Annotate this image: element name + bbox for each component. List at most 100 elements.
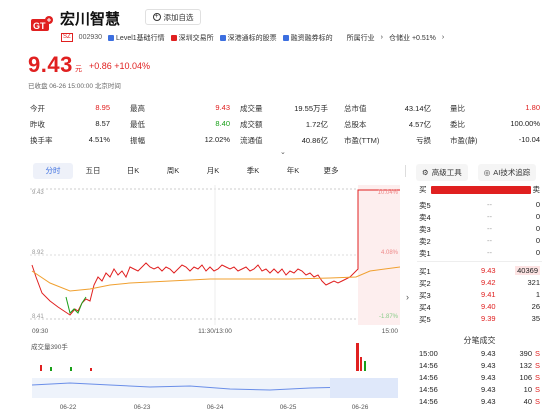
- plus-circle-icon: +: [152, 13, 161, 21]
- tab-0[interactable]: 分时: [33, 163, 73, 179]
- y-label-right: -1.87%: [379, 314, 399, 320]
- trade-time: 14:56: [419, 397, 438, 406]
- tab-6[interactable]: 年K: [273, 163, 313, 179]
- tag-label: 融资融券标的: [290, 34, 333, 42]
- bid-volume: 35: [531, 314, 540, 323]
- x-label: 15:00: [382, 328, 399, 335]
- ask-volume: 0: [535, 248, 540, 257]
- price-unit: 元: [75, 66, 82, 73]
- stat-value: 亏损: [416, 136, 431, 145]
- stat-label: 总市值: [344, 104, 367, 113]
- tag-level1[interactable]: Level1基础行情: [108, 33, 165, 43]
- ask-level: 卖4: [419, 213, 431, 222]
- bid-row[interactable]: 买4 9.40 26: [417, 302, 542, 314]
- intraday-chart[interactable]: 9.43 8.92 8.41 10.04% 4.08% -1.87% 09:30…: [30, 185, 400, 415]
- tag-exchange[interactable]: 深圳交易所: [170, 33, 214, 43]
- ask-row[interactable]: 卖3 -- 0: [417, 224, 542, 236]
- ask-row[interactable]: 卖5 -- 0: [417, 200, 542, 212]
- bid-level: 买1: [419, 267, 431, 276]
- ai-tracking-button[interactable]: ◎ AI技术追踪: [477, 164, 537, 181]
- trade-volume: 10: [523, 385, 532, 394]
- tab-1[interactable]: 五日: [73, 163, 113, 179]
- add-watchlist-label: 添加自选: [163, 12, 194, 22]
- ask-price: --: [487, 248, 492, 257]
- stat-value: 9.43: [215, 103, 230, 112]
- stat-value: 40.86亿: [301, 136, 328, 145]
- stat-value: 100.00%: [510, 119, 540, 128]
- volume-bar: [356, 343, 359, 371]
- ask-level: 卖2: [419, 237, 431, 246]
- chart-tools: ⚙ 高级工具 ◎ AI技术追踪: [416, 164, 537, 181]
- bid-price: 9.43: [481, 266, 496, 275]
- stat-label: 总股本: [344, 120, 367, 129]
- trade-time: 14:56: [419, 385, 438, 394]
- trade-price: 9.43: [481, 397, 496, 406]
- tab-4[interactable]: 月K: [193, 163, 233, 179]
- y-label-left: 8.92: [32, 250, 44, 256]
- add-watchlist-button[interactable]: + 添加自选: [145, 9, 201, 25]
- bid-row[interactable]: 买1 9.43 40369: [417, 266, 542, 278]
- trades-title[interactable]: 分笔成交: [417, 335, 542, 346]
- bid-price: 9.39: [481, 314, 496, 323]
- tag-label: 深港通标的股票: [227, 34, 277, 42]
- stat-label: 流通值: [240, 136, 263, 145]
- tag-connect[interactable]: 深港通标的股票: [219, 33, 277, 43]
- ask-row[interactable]: 卖2 -- 0: [417, 236, 542, 248]
- ask-price: --: [487, 212, 492, 221]
- day-label: 06-23: [134, 404, 151, 411]
- collapse-panel-icon[interactable]: ›: [406, 292, 409, 302]
- period-tabs: 分时 五日 日K 周K 月K 季K 年K 更多: [33, 162, 395, 180]
- stat-label: 委比: [450, 120, 465, 129]
- tab-7[interactable]: 更多: [313, 163, 349, 179]
- ask-price: --: [487, 200, 492, 209]
- trade-price: 9.43: [481, 349, 496, 358]
- bid-row[interactable]: 买5 9.39 35: [417, 314, 542, 326]
- ai-tracking-label: AI技术追踪: [493, 168, 531, 177]
- stat-value: 1.80: [525, 103, 540, 112]
- stat-value: 4.51%: [88, 135, 110, 144]
- stats-collapse-icon[interactable]: ⌄: [280, 148, 286, 156]
- stat-label: 成交额: [240, 120, 263, 129]
- trade-time: 14:56: [419, 361, 438, 370]
- price-change: +0.86 +10.04%: [89, 61, 151, 71]
- trade-side: S: [534, 349, 540, 358]
- trade-price: 9.43: [481, 373, 496, 382]
- stat-value: 43.14亿: [404, 104, 431, 113]
- book-divider: [417, 261, 542, 262]
- stat-label: 昨收: [30, 120, 45, 129]
- stat-label: 市盈(TTM): [344, 136, 380, 145]
- tabs-divider: [405, 165, 406, 177]
- tab-2[interactable]: 日K: [113, 163, 153, 179]
- day-label: 06-24: [207, 404, 224, 411]
- volume-bar: [40, 365, 42, 371]
- sell-ratio-label: 卖: [532, 185, 541, 194]
- day-label: 06-22: [60, 404, 77, 411]
- y-label-left: 8.41: [32, 314, 44, 320]
- ask-volume: 0: [535, 224, 540, 233]
- tab-5[interactable]: 季K: [233, 163, 273, 179]
- range-selector[interactable]: [330, 378, 398, 398]
- bid-row[interactable]: 买2 9.42 321: [417, 278, 542, 290]
- ask-level: 卖1: [419, 249, 431, 258]
- tag-margin[interactable]: 融资融券标的: [282, 33, 333, 43]
- bid-row[interactable]: 买3 9.41 1: [417, 290, 542, 302]
- stat-value: 19.55万手: [294, 104, 328, 113]
- trade-side: S: [534, 361, 540, 370]
- ask-price: --: [487, 224, 492, 233]
- sector-link[interactable]: 仓储业 +0.51%: [389, 33, 436, 43]
- bid-volume: 1: [535, 290, 540, 299]
- advanced-tools-button[interactable]: ⚙ 高级工具: [416, 164, 468, 181]
- industry-label: 所属行业: [346, 34, 375, 42]
- ask-volume: 0: [535, 212, 540, 221]
- bid-level: 买4: [419, 303, 431, 312]
- ask-row[interactable]: 卖4 -- 0: [417, 212, 542, 224]
- bid-volume: 40369: [515, 266, 540, 275]
- stat-label: 换手率: [30, 136, 53, 145]
- exchange-badge: SZ: [61, 33, 73, 42]
- volume-bars: [40, 343, 366, 371]
- stat-value: -10.04: [518, 135, 540, 144]
- tag-label: 深圳交易所: [178, 34, 214, 42]
- stock-code: 002930: [78, 34, 103, 41]
- ask-row[interactable]: 卖1 -- 0: [417, 248, 542, 260]
- tab-3[interactable]: 周K: [153, 163, 193, 179]
